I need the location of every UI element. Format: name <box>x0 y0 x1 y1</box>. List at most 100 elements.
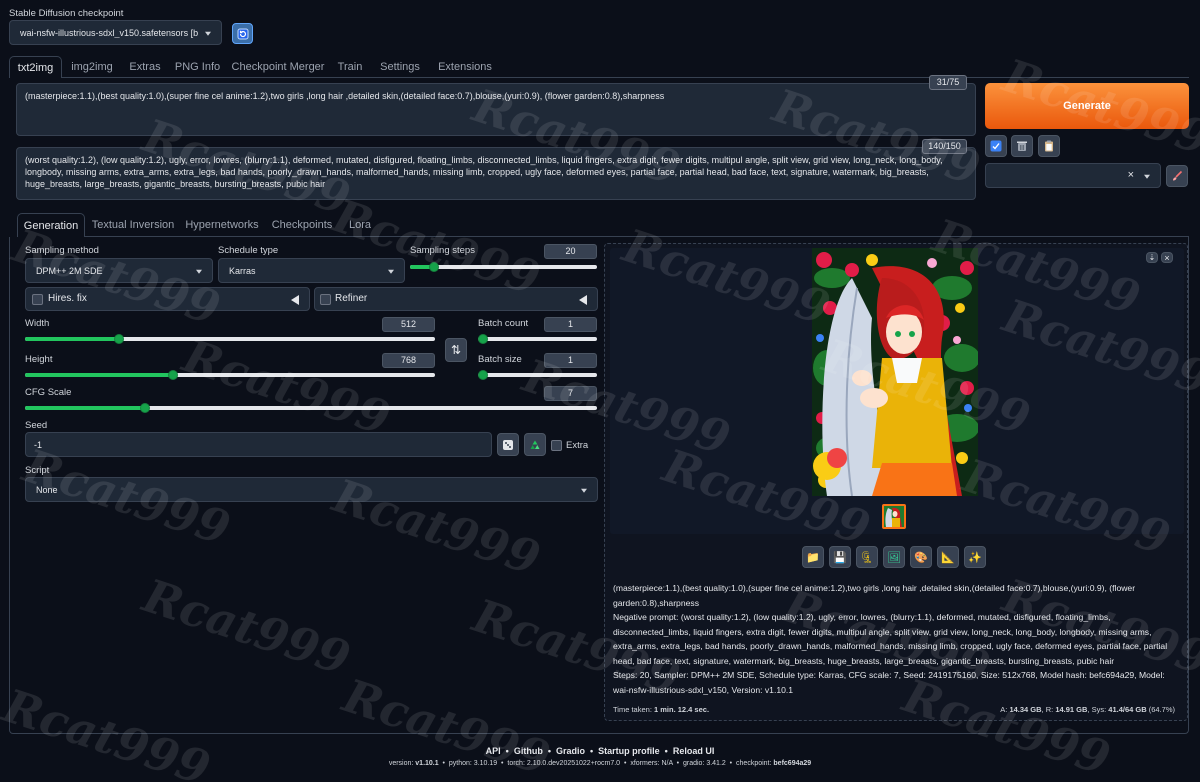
sparkle-icon: ✨ <box>968 551 982 564</box>
collapse-icon[interactable] <box>579 295 587 305</box>
chevron-down-icon <box>196 269 202 274</box>
sampling-method-value: DPM++ 2M SDE <box>36 265 103 276</box>
slider-handle[interactable] <box>478 370 488 380</box>
width-input[interactable]: 512 <box>382 317 435 332</box>
image-thumbnail[interactable] <box>882 504 906 529</box>
swap-dimensions-button[interactable]: ⇅ <box>445 338 467 362</box>
hires-fix-checkbox[interactable] <box>32 294 43 305</box>
paste-params-button[interactable] <box>1038 135 1060 157</box>
tab-lora[interactable]: Lora <box>344 213 376 237</box>
width-label: Width <box>25 318 50 329</box>
tab-img2img[interactable]: img2img <box>64 56 120 78</box>
brush-icon <box>1173 170 1183 181</box>
footer-link-api[interactable]: API <box>486 746 501 756</box>
styles-dropdown[interactable]: × <box>985 163 1161 188</box>
version-label: version: <box>388 760 414 767</box>
batch-count-input[interactable]: 1 <box>544 317 597 332</box>
tab-extras[interactable]: Extras <box>123 56 167 78</box>
open-folder-button[interactable]: 📁 <box>802 546 824 568</box>
footer-link-github[interactable]: Github <box>514 746 543 756</box>
vram-r-label: , R: <box>1041 705 1054 714</box>
random-seed-button[interactable] <box>497 433 519 456</box>
batch-size-slider[interactable] <box>478 370 597 380</box>
send-to-inpaint-button[interactable]: 🎨 <box>910 546 932 568</box>
negative-prompt-input[interactable]: (worst quality:1.2), (low quality:1.2), … <box>16 147 976 200</box>
script-dropdown[interactable]: None <box>25 477 598 502</box>
footer-link-reload-ui[interactable]: Reload UI <box>673 746 715 756</box>
vram-pct: (64.7%) <box>1148 705 1175 714</box>
positive-prompt-input[interactable]: (masterpiece:1.1),(best quality:1.0),(su… <box>16 83 976 136</box>
folder-icon: 📁 <box>806 551 820 564</box>
tab-train[interactable]: Train <box>331 56 369 78</box>
tab-png-info[interactable]: PNG Info <box>170 56 225 78</box>
hires-fix-accordion[interactable]: Hires. fix <box>25 287 310 311</box>
slider-handle[interactable] <box>167 370 178 380</box>
refiner-accordion[interactable]: Refiner <box>314 287 598 311</box>
tab-checkpoint-merger[interactable]: Checkpoint Merger <box>229 56 327 78</box>
apply-styles-button[interactable] <box>985 135 1007 157</box>
palette-icon: 🎨 <box>914 551 928 564</box>
script-value: None <box>36 484 58 495</box>
chevron-down-icon <box>1144 174 1150 179</box>
tab-hypernetworks[interactable]: Hypernetworks <box>184 213 260 237</box>
sampling-steps-slider[interactable] <box>410 262 597 272</box>
hires-fix-label: Hires. fix <box>48 293 87 304</box>
tab-checkpoints[interactable]: Checkpoints <box>270 213 334 237</box>
refiner-checkbox[interactable] <box>320 294 331 305</box>
tab-generation[interactable]: Generation <box>17 213 85 237</box>
cfg-scale-slider[interactable] <box>25 403 597 413</box>
footer-link-startup-profile[interactable]: Startup profile <box>598 746 660 756</box>
sampling-steps-input[interactable]: 20 <box>544 244 597 259</box>
clear-prompt-button[interactable] <box>1011 135 1033 157</box>
height-slider[interactable] <box>25 370 435 380</box>
extra-seed-checkbox[interactable] <box>551 440 562 451</box>
refresh-checkpoint-button[interactable] <box>232 23 253 44</box>
reuse-seed-button[interactable] <box>524 433 546 456</box>
height-input[interactable]: 768 <box>382 353 435 368</box>
send-to-extras-button[interactable]: 📐 <box>937 546 959 568</box>
generation-info: (masterpiece:1.1),(best quality:1.0),(su… <box>613 581 1178 697</box>
save-button[interactable]: 💾 <box>829 546 851 568</box>
send-to-img2img-button[interactable]: 🖼 <box>883 546 905 568</box>
batch-size-input[interactable]: 1 <box>544 353 597 368</box>
image-icon: 🖼 <box>887 551 901 564</box>
checkpoint-hash-value: befc694a29 <box>773 760 812 767</box>
vram-usage: A: 14.34 GB, R: 14.91 GB, Sys: 41.4/64 G… <box>1000 705 1175 714</box>
seed-value: -1 <box>34 439 43 450</box>
collapse-icon[interactable] <box>291 295 299 305</box>
refresh-icon <box>237 28 248 39</box>
torch-value: 2.10.0.dev20251022+rocm7.0 <box>526 760 621 767</box>
zip-button[interactable]: 🗜 <box>856 546 878 568</box>
checkpoint-dropdown[interactable]: wai-nsfw-illustrious-sdxl_v150.safetenso… <box>9 20 222 45</box>
recycle-icon <box>530 440 540 449</box>
cfg-scale-input[interactable]: 7 <box>544 386 597 401</box>
sampling-steps-label: Sampling steps <box>410 245 475 256</box>
python-label: python: <box>448 760 472 767</box>
generated-image[interactable] <box>812 248 978 496</box>
footer-link-gradio[interactable]: Gradio <box>556 746 585 756</box>
generate-button[interactable]: Generate <box>985 83 1189 129</box>
tab-textual-inversion[interactable]: Textual Inversion <box>90 213 176 237</box>
vram-a-label: A: <box>1000 705 1008 714</box>
tab-settings[interactable]: Settings <box>373 56 427 78</box>
edit-styles-button[interactable] <box>1166 165 1188 187</box>
positive-token-counter: 31/75 <box>929 75 967 90</box>
tab-extensions[interactable]: Extensions <box>432 56 498 78</box>
vram-sys-label: , Sys: <box>1087 705 1107 714</box>
sampling-method-dropdown[interactable]: DPM++ 2M SDE <box>25 258 213 283</box>
schedule-type-dropdown[interactable]: Karras <box>218 258 405 283</box>
clear-styles-icon[interactable]: × <box>1128 169 1134 181</box>
close-image-button[interactable]: × <box>1161 252 1173 263</box>
info-negative-label: Negative prompt: <box>613 612 679 622</box>
refiner-label: Refiner <box>335 293 368 304</box>
batch-count-slider[interactable] <box>478 334 597 344</box>
download-image-button[interactable]: ⇣ <box>1146 252 1158 263</box>
width-slider[interactable] <box>25 334 435 344</box>
upscale-button[interactable]: ✨ <box>964 546 986 568</box>
seed-label: Seed <box>25 420 48 431</box>
zip-icon: 🗜 <box>860 551 874 564</box>
checkpoint-hash-label: checkpoint: <box>736 760 772 767</box>
seed-input[interactable]: -1 <box>25 432 492 457</box>
tab-txt2img[interactable]: txt2img <box>9 56 62 78</box>
slider-handle[interactable] <box>478 334 488 344</box>
